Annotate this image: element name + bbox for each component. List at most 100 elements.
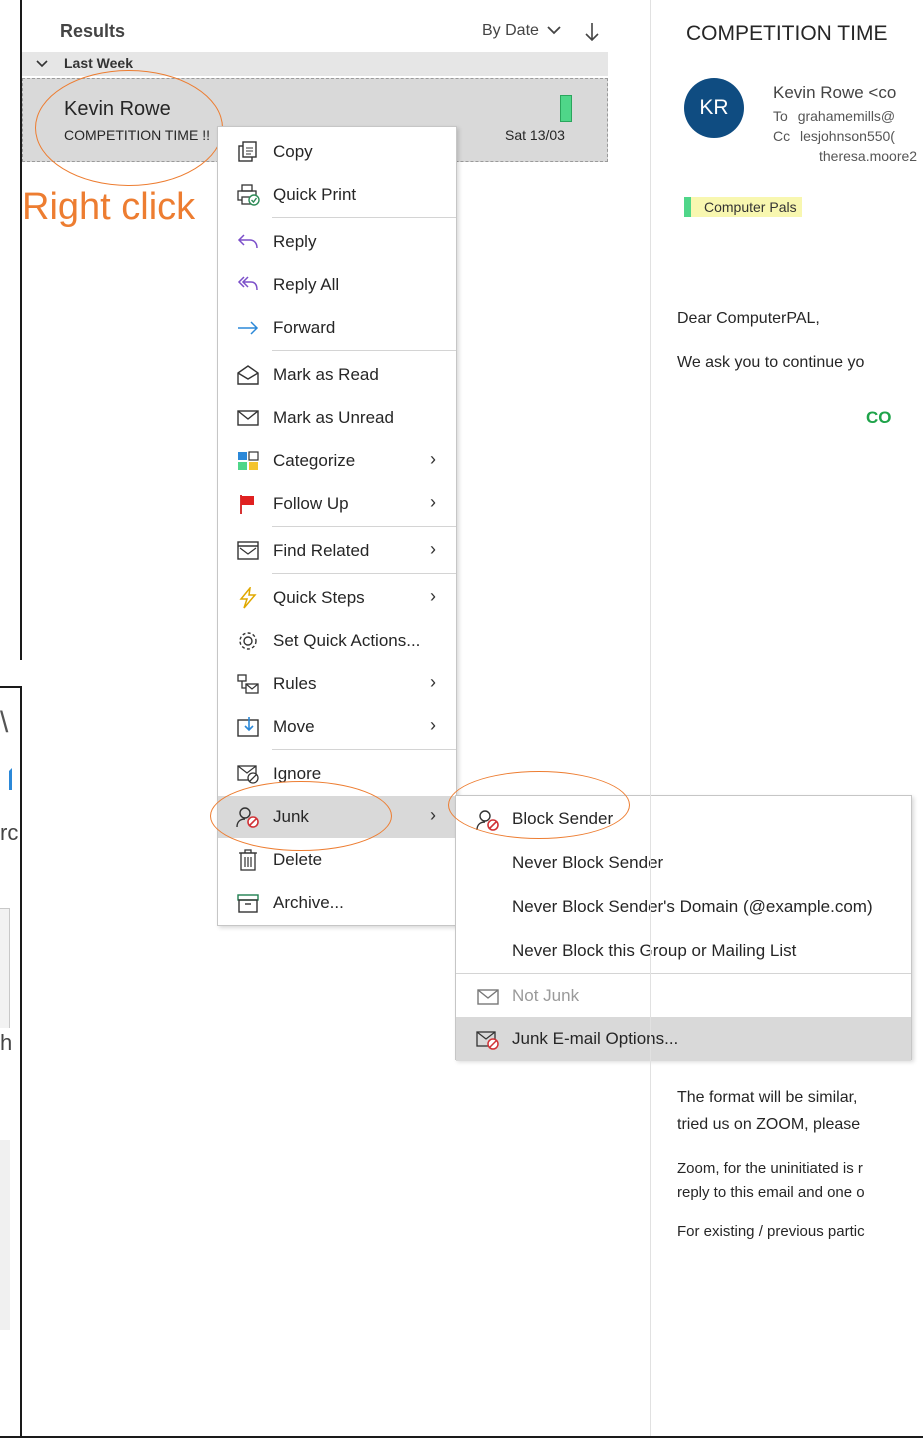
menu-item-label: Archive... [273,893,344,912]
menu-item-reply-all[interactable]: Reply All [218,264,456,306]
category-tag[interactable]: Computer Pals [684,197,802,217]
submenu-item-label: Junk E-mail Options... [512,1029,679,1048]
menu-item-move[interactable]: Move › [218,706,456,748]
menu-item-mark-as-read[interactable]: Mark as Read [218,354,456,396]
envelope-open-icon [237,365,259,385]
mail-date: Sat 13/03 [505,127,565,143]
ignore-icon [237,765,259,784]
envelope-icon [237,410,259,426]
chevron-down-icon [547,26,562,35]
background-window-panel [0,908,10,1028]
menu-separator [272,749,456,750]
submenu-item-label: Never Block Sender [512,853,664,872]
window-edge-bottom [0,1436,923,1438]
submenu-item-never-block-domain[interactable]: Never Block Sender's Domain (@example.co… [456,885,911,929]
menu-item-label: Mark as Unread [273,408,394,427]
submenu-item-junk-email-options[interactable]: Junk E-mail Options... [456,1017,911,1061]
menu-item-label: Categorize [273,451,356,470]
copy-icon [238,141,257,162]
menu-item-label: Reply All [273,275,340,294]
categorize-icon [238,451,259,470]
sort-by-date-button[interactable]: By Date [482,22,562,40]
menu-item-rules[interactable]: Rules › [218,663,456,705]
body-line-1: We ask you to continue yo [677,354,865,371]
find-related-icon [237,541,259,560]
menu-item-label: Delete [273,850,323,869]
menu-item-label: Find Related [273,541,370,560]
menu-item-quick-print[interactable]: Quick Print [218,174,456,216]
sort-label: By Date [482,22,539,39]
pane-divider[interactable] [650,0,651,1436]
rules-icon [237,674,259,694]
cc-label: Cc [773,128,791,144]
menu-item-quick-steps[interactable]: Quick Steps › [218,577,456,619]
message-cc: Cc lesjohnson550( [773,128,895,144]
menu-item-label: Reply [273,232,317,251]
gear-icon [239,632,257,650]
background-window-text-2: h [0,1030,13,1055]
category-marker [560,95,572,122]
annotation-label: Right click [22,186,196,228]
reply-all-icon [237,276,258,291]
message-to: To grahamemills@ [773,108,895,124]
menu-item-set-quick-actions[interactable]: Set Quick Actions... [218,620,456,662]
submenu-arrow-icon: › [430,672,436,692]
body-paragraph-2a: Zoom, for the uninitiated is r [677,1160,863,1177]
message-subject: COMPETITION TIME [686,22,888,45]
background-window-panel-lower [0,1140,10,1330]
submenu-item-label: Never Block this Group or Mailing List [512,941,797,960]
menu-item-reply[interactable]: Reply [218,221,456,263]
message-cc-second[interactable]: theresa.moore2 [819,148,917,164]
menu-item-label: Follow Up [273,494,349,513]
menu-item-label: Copy [273,142,313,161]
submenu-arrow-icon: › [430,449,436,469]
annotation-circle-junk [210,781,392,851]
submenu-item-not-junk: Not Junk [456,974,911,1018]
submenu-item-label: Never Block Sender's Domain (@example.co… [512,897,873,916]
menu-item-copy[interactable]: Copy [218,131,456,173]
junk-options-icon [476,1031,499,1050]
lightning-icon [239,587,257,609]
submenu-arrow-icon: › [430,586,436,606]
print-icon [237,184,260,206]
flag-icon [240,495,254,514]
submenu-item-label: Not Junk [512,986,580,1005]
submenu-item-never-block-group[interactable]: Never Block this Group or Mailing List [456,929,911,973]
menu-item-label: Set Quick Actions... [273,631,421,650]
to-value[interactable]: grahamemills@ [798,108,895,124]
menu-item-label: Quick Steps [273,588,365,607]
submenu-arrow-icon: › [430,805,436,825]
submenu-item-never-block-sender[interactable]: Never Block Sender [456,841,911,885]
avatar[interactable]: KR [684,78,744,138]
submenu-arrow-icon: › [430,539,436,559]
submenu-arrow-icon: › [430,492,436,512]
annotation-circle-block-sender [448,771,630,839]
move-icon [237,717,259,737]
menu-separator [272,350,456,351]
body-paragraph-1b: tried us on ZOOM, please [677,1116,861,1133]
reply-icon [237,234,258,249]
menu-item-find-related[interactable]: Find Related › [218,530,456,572]
body-paragraph-1a: The format will be similar, [677,1089,858,1106]
background-window-text: rc [0,820,19,845]
menu-item-label: Mark as Read [273,365,379,384]
body-paragraph-2b: reply to this email and one o [677,1184,865,1201]
body-greeting: Dear ComputerPAL, [677,310,820,327]
message-from[interactable]: Kevin Rowe <co [773,83,896,103]
menu-item-archive[interactable]: Archive... [218,882,456,924]
archive-icon [237,894,259,913]
menu-separator [272,526,456,527]
menu-item-follow-up[interactable]: Follow Up › [218,483,456,525]
chevron-down-icon[interactable] [36,59,48,69]
to-label: To [773,108,788,124]
body-heading: CO [866,408,892,427]
menu-item-label: Forward [273,318,336,337]
menu-separator [272,573,456,574]
menu-item-forward[interactable]: Forward [218,307,456,349]
cc-value[interactable]: lesjohnson550( [800,128,895,144]
envelope-icon [477,989,499,1005]
arrow-down-icon[interactable] [585,22,599,42]
background-window-arrow-icon [0,768,12,790]
menu-item-mark-as-unread[interactable]: Mark as Unread [218,397,456,439]
menu-item-categorize[interactable]: Categorize › [218,440,456,482]
